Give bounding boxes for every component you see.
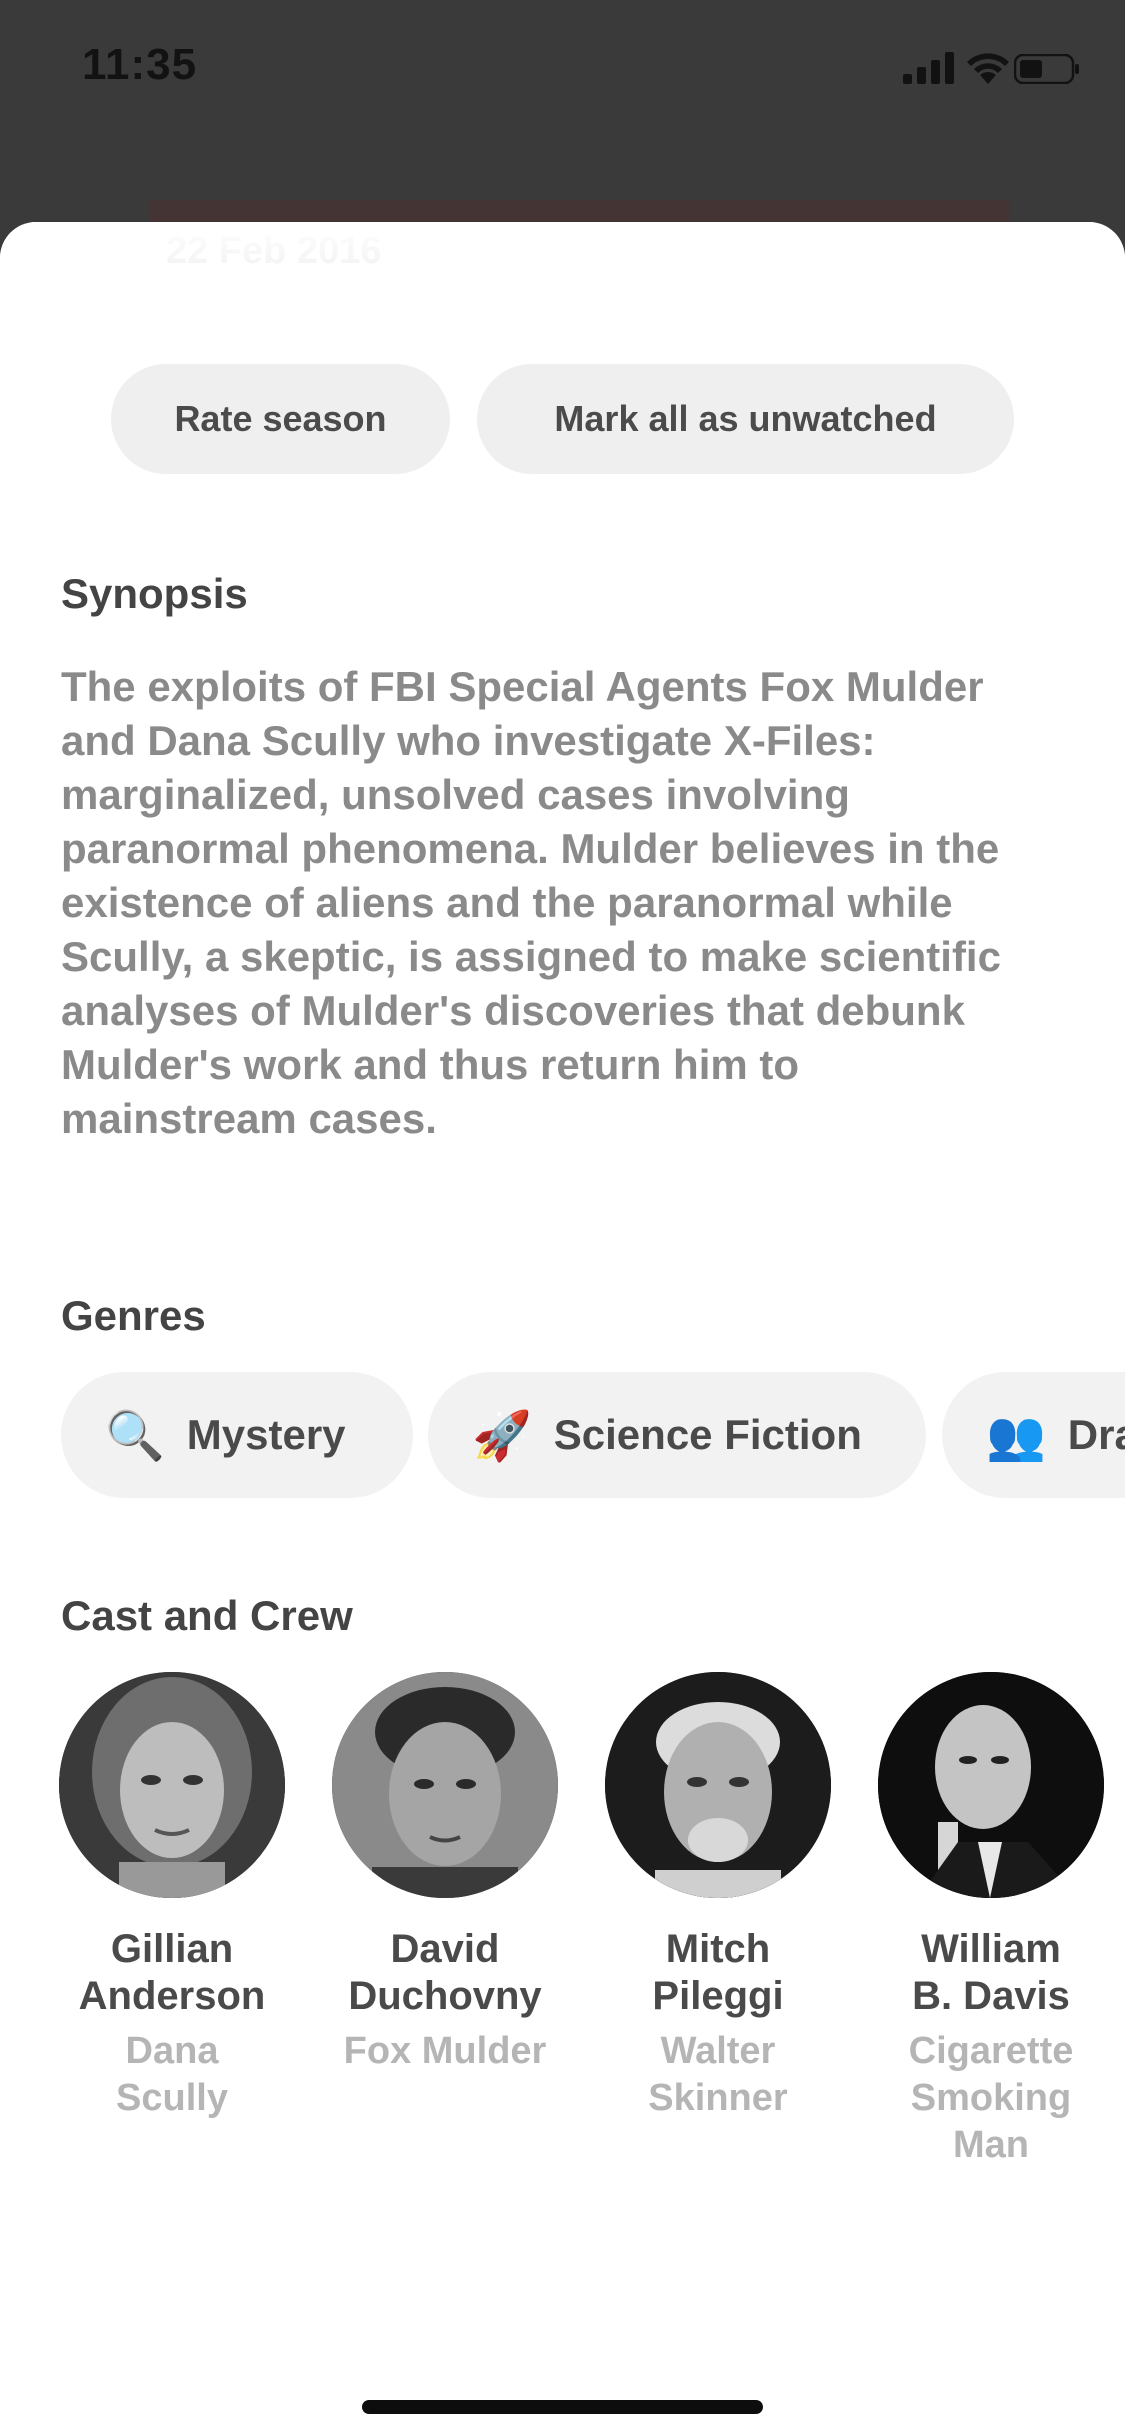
air-date: 22 Feb 2016: [166, 230, 382, 272]
cast-name: Mitch Pileggi: [652, 1927, 784, 2018]
rate-season-button[interactable]: Rate season: [111, 364, 450, 474]
cast-member[interactable]: Mitch Pileggi Walter Skinner: [588, 1672, 848, 2122]
cast-member[interactable]: David Duchovny Fox Mulder: [315, 1672, 575, 2075]
magnifying-glass-icon: 🔍: [105, 1409, 165, 1463]
genre-chip-mystery[interactable]: 🔍 Mystery: [61, 1372, 413, 1498]
season-detail-sheet: 22 Feb 2016 Rate season Mark all as unwa…: [0, 222, 1125, 2436]
cast-name: William B. Davis: [912, 1927, 1070, 2018]
status-bar: 11:35: [0, 0, 1125, 140]
avatar: [332, 1672, 558, 1898]
genres-heading: Genres: [61, 1292, 206, 1339]
status-time: 11:35: [82, 40, 198, 89]
avatar: [878, 1672, 1104, 1898]
genre-chip-drama[interactable]: 👥 Drama: [942, 1372, 1125, 1498]
cast-role: Fox Mulder: [343, 2030, 547, 2072]
cast-list: Gillian Anderson Dana Scully David Ducho…: [0, 1672, 1125, 2192]
cast-role: Dana Scully: [116, 2030, 228, 2119]
avatar: [605, 1672, 831, 1898]
cast-heading: Cast and Crew: [61, 1592, 353, 1639]
genre-label: Mystery: [186, 1411, 346, 1458]
people-icon: 👥: [986, 1409, 1046, 1463]
genre-chip-science-fiction[interactable]: 🚀 Science Fiction: [428, 1372, 926, 1498]
cast-member[interactable]: Gillian Anderson Dana Scully: [42, 1672, 302, 2122]
avatar: [59, 1672, 285, 1898]
mark-all-unwatched-button[interactable]: Mark all as unwatched: [477, 364, 1014, 474]
battery-icon: [1014, 54, 1079, 84]
cast-name: Gillian Anderson: [78, 1927, 266, 2018]
synopsis-text: The exploits of FBI Special Agents Fox M…: [61, 663, 1001, 1142]
home-indicator[interactable]: [362, 2400, 763, 2414]
synopsis-heading: Synopsis: [61, 570, 248, 617]
cast-name: David Duchovny: [348, 1927, 542, 2018]
genre-label: Drama: [1067, 1411, 1125, 1458]
cast-role: Walter Skinner: [648, 2030, 788, 2119]
rocket-icon: 🚀: [472, 1409, 532, 1463]
cast-role: Cigarette Smoking Man: [908, 2030, 1074, 2166]
wifi-icon: [967, 53, 1009, 84]
cast-member[interactable]: William B. Davis Cigarette Smoking Man: [861, 1672, 1121, 2169]
genre-list: 🔍 Mystery 🚀 Science Fiction 👥 Drama: [61, 1372, 1125, 1498]
cellular-signal-icon: [903, 52, 954, 84]
genre-label: Science Fiction: [553, 1411, 862, 1458]
